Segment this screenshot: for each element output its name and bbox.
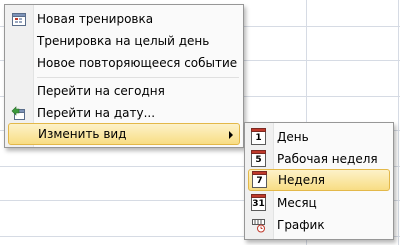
day-view-icon: 1 <box>251 128 266 145</box>
submenu-item-work-week[interactable]: 5 Рабочая неделя <box>247 148 391 170</box>
week-view-icon: 7 <box>252 171 267 188</box>
submenu-item-label: Месяц <box>277 196 317 210</box>
submenu-item-day[interactable]: 1 День <box>247 126 391 148</box>
new-calendar-item-icon <box>12 13 26 26</box>
submenu-item-label: Неделя <box>278 173 325 187</box>
view-submenu: 1 День 5 Рабочая неделя 7 Неделя 31 Меся… <box>244 122 394 240</box>
submenu-item-label: График <box>277 218 325 232</box>
menu-item-all-day-workout[interactable]: Тренировка на целый день <box>7 30 241 52</box>
submenu-item-timeline[interactable]: График <box>247 214 391 236</box>
menu-item-go-to-date[interactable]: Перейти на дату... <box>7 102 241 124</box>
menu-separator <box>37 77 239 78</box>
month-view-icon: 31 <box>251 194 266 211</box>
goto-date-icon <box>11 106 25 120</box>
menu-item-label: Новая тренировка <box>37 12 154 26</box>
submenu-item-month[interactable]: 31 Месяц <box>247 192 391 214</box>
menu-item-label: Тренировка на целый день <box>37 34 210 48</box>
menu-item-label: Изменить вид <box>38 127 127 141</box>
menu-item-new-workout[interactable]: Новая тренировка <box>7 8 241 30</box>
context-menu: Новая тренировка Тренировка на целый ден… <box>4 4 244 148</box>
submenu-item-week[interactable]: 7 Неделя <box>248 169 390 191</box>
timeline-view-icon <box>252 219 265 233</box>
menu-item-label: Новое повторяющееся событие <box>37 56 238 70</box>
menu-item-go-to-today[interactable]: Перейти на сегодня <box>7 80 241 102</box>
submenu-arrow-icon <box>229 131 233 139</box>
work-week-view-icon: 5 <box>251 150 266 167</box>
menu-item-new-recurring-event[interactable]: Новое повторяющееся событие <box>7 52 241 74</box>
menu-item-label: Перейти на дату... <box>37 106 156 120</box>
submenu-item-label: День <box>277 130 309 144</box>
menu-item-label: Перейти на сегодня <box>37 84 165 98</box>
menu-item-change-view[interactable]: Изменить вид <box>8 123 240 145</box>
submenu-item-label: Рабочая неделя <box>277 152 378 166</box>
